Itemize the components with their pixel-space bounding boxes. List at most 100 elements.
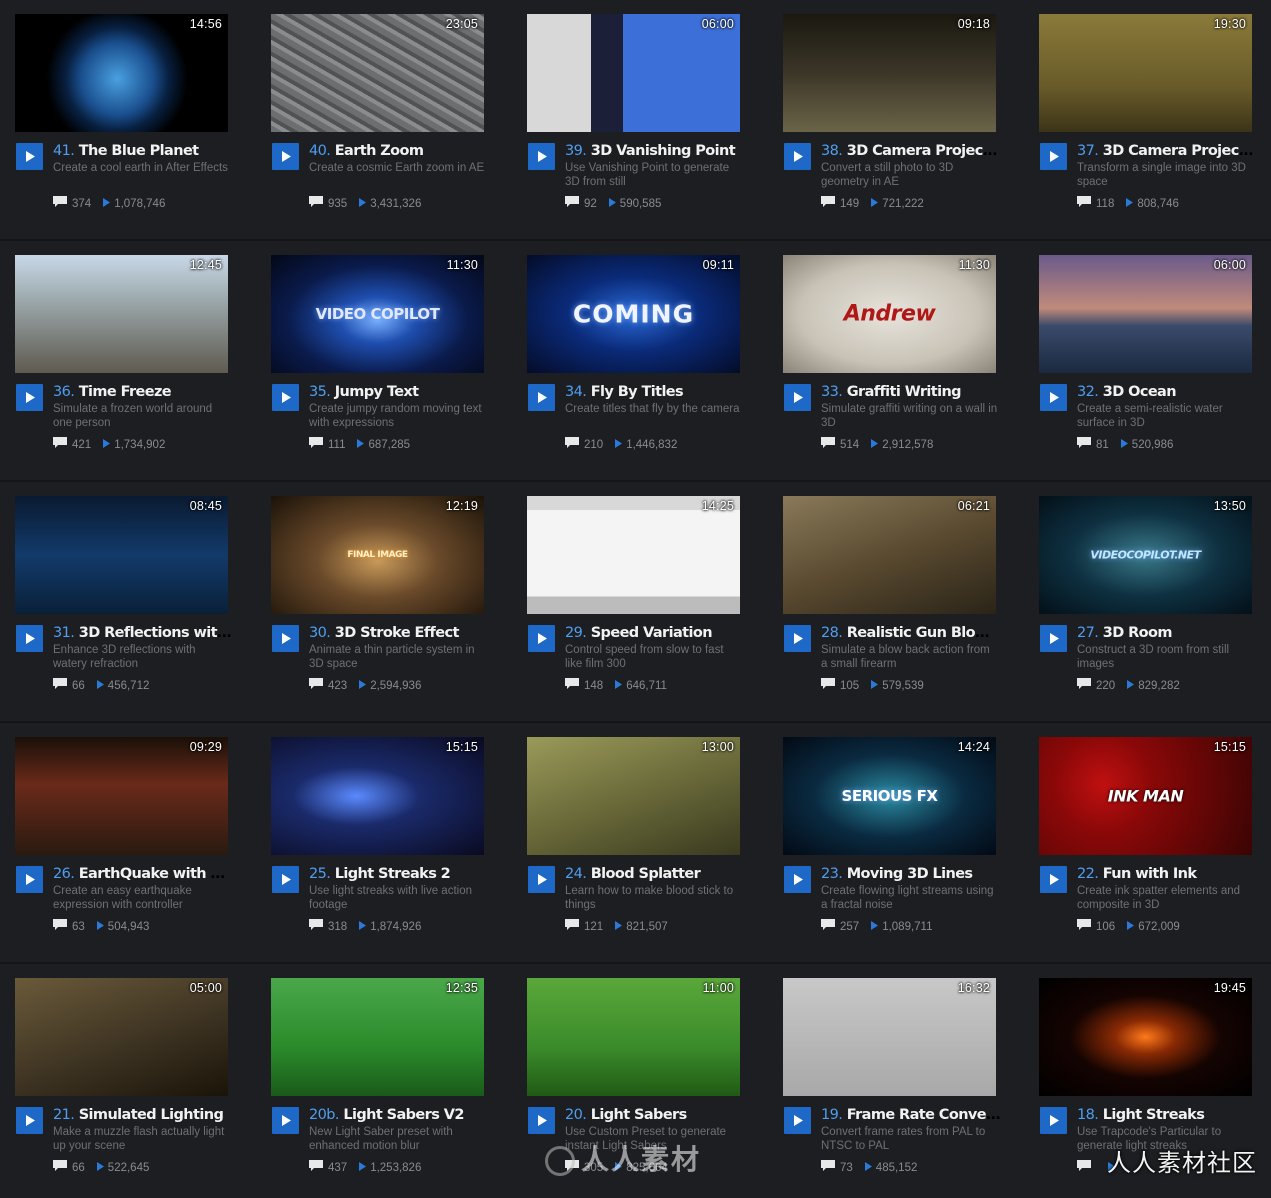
video-description: Convert a still photo to 3D geometry in … bbox=[821, 162, 954, 188]
video-title-link[interactable]: 21. Simulated Lighting bbox=[53, 1107, 233, 1125]
video-title-link[interactable]: 25. Light Streaks 2 bbox=[309, 866, 489, 884]
video-title-link[interactable]: 35. Jumpy Text bbox=[309, 384, 489, 402]
video-thumbnail[interactable]: 06:21 bbox=[783, 496, 996, 614]
video-thumbnail[interactable]: 06:00 bbox=[1039, 255, 1252, 373]
video-thumbnail[interactable]: COMING 09:11 bbox=[527, 255, 740, 373]
play-button[interactable] bbox=[1040, 1107, 1067, 1134]
video-title-link[interactable]: 20b. Light Sabers V2 bbox=[309, 1107, 489, 1125]
play-button[interactable] bbox=[272, 625, 299, 652]
video-title-link[interactable]: 19. Frame Rate Converter bbox=[821, 1107, 1001, 1125]
video-stats: 437 1,253,826 bbox=[309, 1160, 421, 1174]
video-title-link[interactable]: 31. 3D Reflections with Re… bbox=[53, 625, 233, 643]
play-button[interactable] bbox=[272, 143, 299, 170]
play-button[interactable] bbox=[1040, 866, 1067, 893]
video-title-link[interactable]: 32. 3D Ocean bbox=[1077, 384, 1257, 402]
duration-badge: 16:32 bbox=[957, 981, 990, 995]
play-button[interactable] bbox=[16, 625, 43, 652]
play-button[interactable] bbox=[784, 143, 811, 170]
video-title-link[interactable]: 30. 3D Stroke Effect bbox=[309, 625, 489, 643]
episode-number: 39. bbox=[565, 143, 587, 159]
video-title-link[interactable]: 23. Moving 3D Lines bbox=[821, 866, 1001, 884]
video-thumbnail[interactable]: 11:00 bbox=[527, 978, 740, 1096]
video-description: Simulate a frozen world around one perso… bbox=[53, 403, 213, 429]
video-title-link[interactable]: 40. Earth Zoom bbox=[309, 143, 489, 161]
video-thumbnail[interactable]: 16:32 bbox=[783, 978, 996, 1096]
video-thumbnail[interactable]: Andrew 11:30 bbox=[783, 255, 996, 373]
duration-badge: 05:00 bbox=[189, 981, 222, 995]
play-button[interactable] bbox=[272, 384, 299, 411]
play-button[interactable] bbox=[528, 384, 555, 411]
video-thumbnail[interactable]: 05:00 bbox=[15, 978, 228, 1096]
video-stats: 73 485,152 bbox=[821, 1160, 917, 1174]
video-thumbnail[interactable]: 08:45 bbox=[15, 496, 228, 614]
video-title-link[interactable]: 22. Fun with Ink bbox=[1077, 866, 1257, 884]
video-title-link[interactable]: 39. 3D Vanishing Point bbox=[565, 143, 745, 161]
view-count: 2,594,936 bbox=[370, 679, 422, 692]
play-button[interactable] bbox=[16, 143, 43, 170]
episode-title: 3D Stroke Effect bbox=[334, 625, 460, 641]
video-title-link[interactable]: 18. Light Streaks bbox=[1077, 1107, 1257, 1125]
play-button[interactable] bbox=[784, 866, 811, 893]
video-title-link[interactable]: 26. EarthQuake with 32bpc bbox=[53, 866, 233, 884]
video-title-link[interactable]: 29. Speed Variation bbox=[565, 625, 745, 643]
video-card: 12:45 36. Time Freeze Simulate a frozen … bbox=[15, 255, 229, 465]
video-thumbnail[interactable]: 23:05 bbox=[271, 14, 484, 132]
views-icon bbox=[85, 1161, 108, 1174]
comment-count: 66 bbox=[72, 1161, 85, 1174]
video-title-link[interactable]: 33. Graffiti Writing bbox=[821, 384, 1001, 402]
duration-badge: 13:00 bbox=[701, 740, 734, 754]
play-button[interactable] bbox=[528, 143, 555, 170]
video-title-link[interactable]: 38. 3D Camera Projection 2 bbox=[821, 143, 1001, 161]
play-button[interactable] bbox=[528, 625, 555, 652]
play-button[interactable] bbox=[272, 1107, 299, 1134]
play-button[interactable] bbox=[16, 384, 43, 411]
comment-icon bbox=[565, 196, 584, 211]
play-button[interactable] bbox=[784, 625, 811, 652]
video-description: Make a muzzle flash actually light up yo… bbox=[53, 1126, 225, 1152]
video-thumbnail[interactable]: SERIOUS FX 14:24 bbox=[783, 737, 996, 855]
video-thumbnail[interactable]: VIDEOCOPILOT.NET 13:50 bbox=[1039, 496, 1252, 614]
video-title-link[interactable]: 27. 3D Room bbox=[1077, 625, 1257, 643]
video-title-link[interactable]: 37. 3D Camera Projection bbox=[1077, 143, 1257, 161]
play-icon bbox=[794, 874, 803, 885]
video-description: Construct a 3D room from still images bbox=[1077, 644, 1230, 670]
video-description: Create jumpy random moving text with exp… bbox=[309, 403, 482, 429]
duration-badge: 12:35 bbox=[445, 981, 478, 995]
video-title-link[interactable]: 34. Fly By Titles bbox=[565, 384, 745, 402]
video-title-link[interactable]: 24. Blood Splatter bbox=[565, 866, 745, 884]
video-thumbnail[interactable]: 15:15 bbox=[271, 737, 484, 855]
play-button[interactable] bbox=[784, 1107, 811, 1134]
video-thumbnail[interactable]: FINAL IMAGE 12:19 bbox=[271, 496, 484, 614]
play-button[interactable] bbox=[528, 866, 555, 893]
video-title-link[interactable]: 36. Time Freeze bbox=[53, 384, 233, 402]
video-card: 19:30 37. 3D Camera Projection Transform… bbox=[1039, 14, 1257, 224]
video-description: Animate a thin particle system in 3D spa… bbox=[309, 644, 475, 670]
play-button[interactable] bbox=[784, 384, 811, 411]
play-button[interactable] bbox=[16, 1107, 43, 1134]
episode-title: Speed Variation bbox=[590, 625, 713, 641]
video-thumbnail[interactable]: 14:25 bbox=[527, 496, 740, 614]
video-title-link[interactable]: 28. Realistic Gun Blow Back bbox=[821, 625, 1001, 643]
play-button[interactable] bbox=[272, 866, 299, 893]
play-button[interactable] bbox=[528, 1107, 555, 1134]
video-title-link[interactable]: 41. The Blue Planet bbox=[53, 143, 233, 161]
video-title-link[interactable]: 20. Light Sabers bbox=[565, 1107, 745, 1125]
video-description: Create ink spatter elements and composit… bbox=[1077, 885, 1241, 911]
video-thumbnail[interactable]: 12:45 bbox=[15, 255, 228, 373]
play-button[interactable] bbox=[16, 866, 43, 893]
play-button[interactable] bbox=[1040, 384, 1067, 411]
video-thumbnail[interactable]: 14:56 bbox=[15, 14, 228, 132]
video-thumbnail[interactable]: VIDEO COPILOT 11:30 bbox=[271, 255, 484, 373]
episode-title: Light Streaks 2 bbox=[334, 866, 451, 882]
video-thumbnail[interactable]: 19:30 bbox=[1039, 14, 1252, 132]
view-count: 522,645 bbox=[107, 1161, 150, 1174]
play-button[interactable] bbox=[1040, 625, 1067, 652]
video-thumbnail[interactable]: 12:35 bbox=[271, 978, 484, 1096]
video-thumbnail[interactable]: 19:45 bbox=[1039, 978, 1252, 1096]
video-thumbnail[interactable]: 09:18 bbox=[783, 14, 996, 132]
video-thumbnail[interactable]: 09:29 bbox=[15, 737, 228, 855]
play-button[interactable] bbox=[1040, 143, 1067, 170]
video-thumbnail[interactable]: INK MAN 15:15 bbox=[1039, 737, 1252, 855]
video-thumbnail[interactable]: 06:00 bbox=[527, 14, 740, 132]
video-thumbnail[interactable]: 13:00 bbox=[527, 737, 740, 855]
